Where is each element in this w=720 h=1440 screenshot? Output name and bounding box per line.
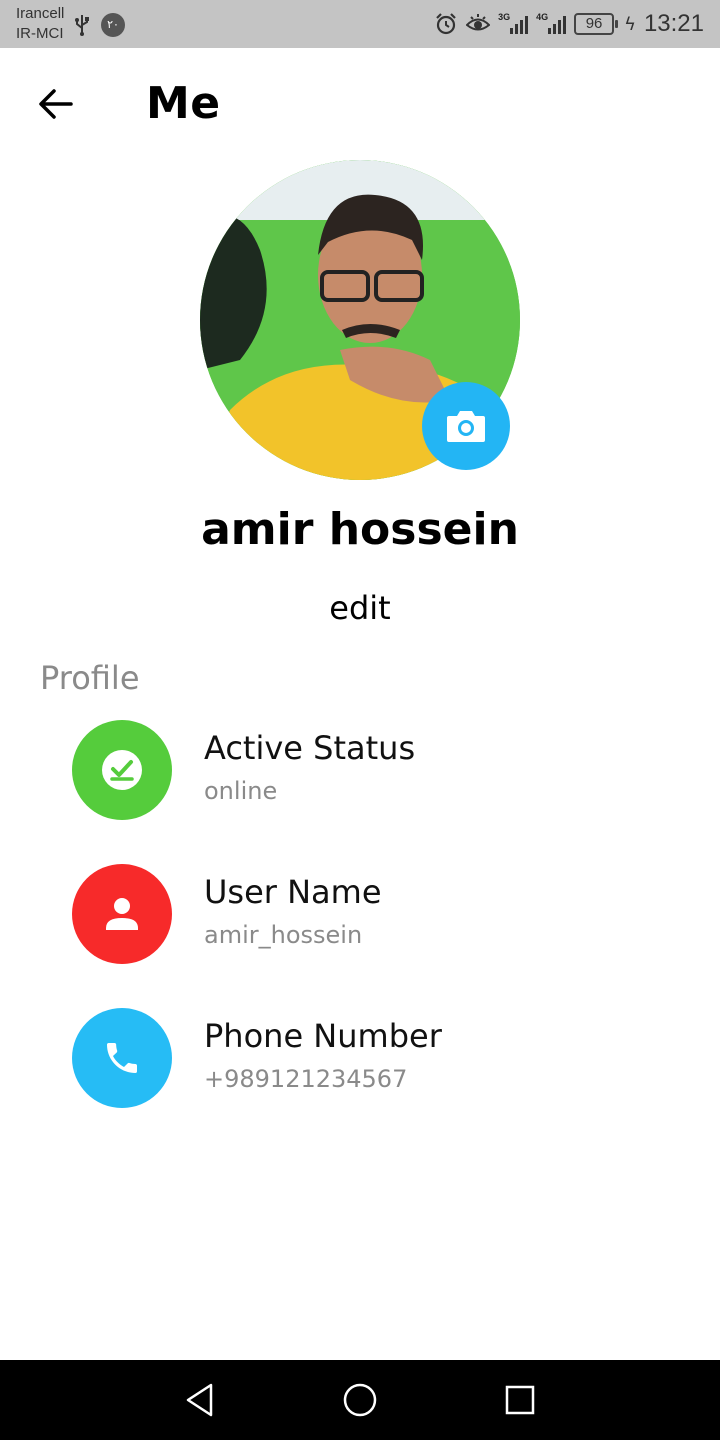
signal-4g-label: 4G xyxy=(536,12,549,22)
section-label-profile: Profile xyxy=(40,659,140,697)
phone-number-icon-circle xyxy=(72,1008,172,1108)
user-name-title: User Name xyxy=(204,873,382,911)
nav-back-button[interactable] xyxy=(174,1374,226,1426)
circle-home-icon xyxy=(343,1383,377,1417)
status-bar: Irancell IR-MCI ۲۰ 3G 4G 96 ϟ 13:21 xyxy=(0,0,720,48)
change-photo-button[interactable] xyxy=(422,382,510,470)
user-name-icon-circle xyxy=(72,864,172,964)
nav-home-button[interactable] xyxy=(334,1374,386,1426)
phone-icon xyxy=(107,1043,137,1073)
phone-number-row[interactable]: Phone Number +989121234567 xyxy=(72,1008,672,1108)
nav-recents-button[interactable] xyxy=(494,1374,546,1426)
clock: 13:21 xyxy=(643,10,704,37)
phone-number-value: +989121234567 xyxy=(204,1065,408,1093)
user-name-row[interactable]: User Name amir_hossein xyxy=(72,864,672,964)
arrow-left-icon xyxy=(39,89,73,119)
battery-icon: 96 xyxy=(574,13,619,35)
active-status-row[interactable]: Active Status online xyxy=(72,720,672,820)
carrier-name-2: IR-MCI xyxy=(16,25,64,42)
carrier-info: Irancell IR-MCI xyxy=(16,4,64,44)
signal-3g-label: 3G xyxy=(498,12,511,22)
notification-badge: ۲۰ xyxy=(101,13,125,37)
active-status-value: online xyxy=(204,777,278,805)
camera-icon xyxy=(447,411,485,442)
signal-4g-icon: 4G xyxy=(536,12,567,34)
usb-icon xyxy=(75,15,89,36)
triangle-back-icon xyxy=(186,1383,213,1417)
user-name-value: amir_hossein xyxy=(204,921,363,949)
check-badge-icon xyxy=(102,750,142,790)
signal-3g-icon: 3G xyxy=(498,12,529,34)
active-status-icon-circle xyxy=(72,720,172,820)
edit-profile-button[interactable]: edit xyxy=(310,584,410,632)
phone-number-title: Phone Number xyxy=(204,1017,442,1055)
status-icons: 3G 4G 96 ϟ 13:21 xyxy=(434,0,704,48)
active-status-title: Active Status xyxy=(204,729,416,767)
system-nav-bar xyxy=(0,1360,720,1440)
page-title: Me xyxy=(146,78,221,129)
back-button[interactable] xyxy=(30,80,82,128)
person-icon xyxy=(106,898,138,930)
charging-icon: ϟ xyxy=(624,13,636,35)
display-name: amir hossein xyxy=(201,504,519,555)
eye-comfort-icon xyxy=(466,14,491,31)
carrier-name-1: Irancell xyxy=(16,5,65,22)
alarm-icon xyxy=(436,13,456,35)
square-recents-icon xyxy=(505,1385,535,1415)
